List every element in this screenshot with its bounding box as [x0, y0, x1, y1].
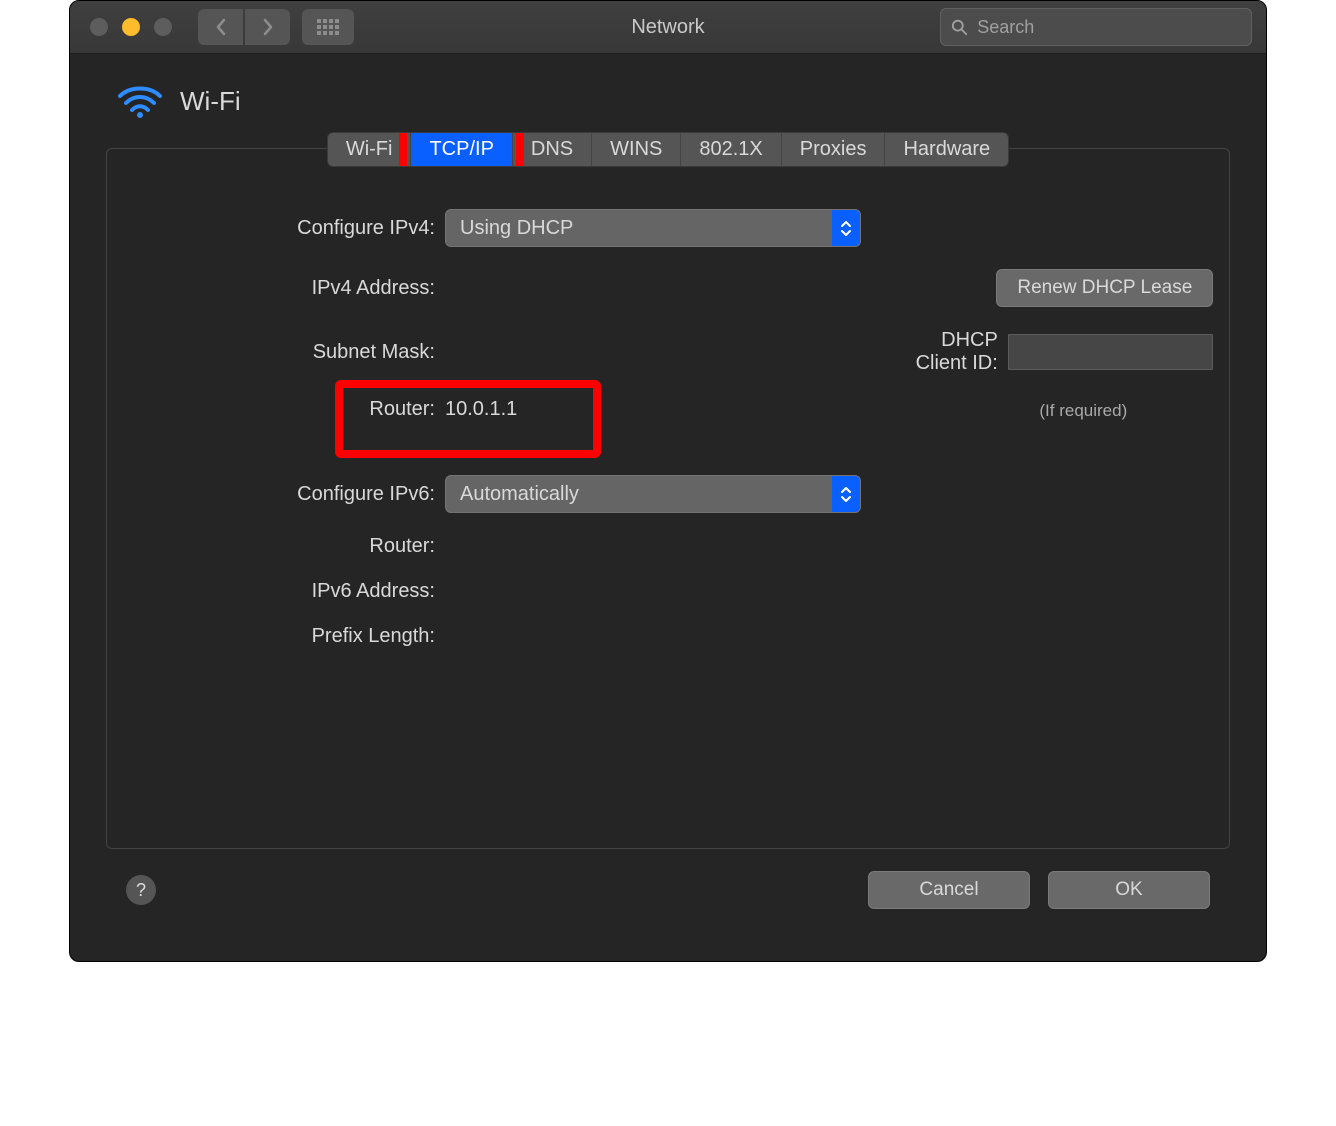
minimize-window-button[interactable]	[122, 18, 140, 36]
tab-hardware[interactable]: Hardware	[885, 133, 1008, 166]
configure-ipv6-label: Configure IPv6:	[125, 483, 435, 506]
tab-proxies[interactable]: Proxies	[782, 133, 886, 166]
titlebar: Network	[70, 1, 1266, 54]
chevron-up-down-icon	[832, 476, 860, 512]
help-button[interactable]: ?	[126, 875, 156, 905]
dhcp-client-id-label: DHCP Client ID:	[885, 329, 998, 375]
panel-header: Wi-Fi	[118, 84, 1230, 118]
chevron-right-icon	[262, 18, 274, 36]
tab-label: Proxies	[800, 138, 867, 161]
form: Configure IPv4: Using DHCP IPv4 Address:	[107, 209, 1229, 648]
dhcp-client-id-hint: (If required)	[953, 401, 1213, 421]
help-icon: ?	[136, 880, 146, 901]
search-field[interactable]	[940, 8, 1252, 46]
ok-button[interactable]: OK	[1048, 871, 1210, 909]
router-ipv4-value: 10.0.1.1	[445, 398, 875, 421]
tab-8021x[interactable]: 802.1X	[681, 133, 781, 166]
renew-dhcp-lease-button[interactable]: Renew DHCP Lease	[996, 269, 1213, 307]
ipv4-address-label: IPv4 Address:	[125, 277, 435, 300]
content: Wi-Fi Wi-Fi TCP/IP DNS WINS 802.1X Proxi…	[70, 54, 1266, 961]
button-label: Renew DHCP Lease	[1017, 277, 1192, 299]
tab-label: DNS	[531, 138, 573, 161]
window-controls	[70, 18, 172, 36]
button-label: OK	[1115, 879, 1142, 901]
tab-label: Wi-Fi	[346, 138, 393, 161]
footer: ? Cancel OK	[106, 849, 1230, 935]
nav-buttons	[198, 9, 290, 45]
chevron-up-down-icon	[832, 210, 860, 246]
tab-label: Hardware	[903, 138, 990, 161]
router-ipv6-label: Router:	[125, 535, 435, 558]
ipv6-address-label: IPv6 Address:	[125, 580, 435, 603]
button-label: Cancel	[919, 879, 978, 901]
configure-ipv4-select[interactable]: Using DHCP	[445, 209, 861, 247]
configure-ipv4-label: Configure IPv4:	[125, 217, 435, 240]
show-all-button[interactable]	[302, 9, 354, 45]
prefix-length-label: Prefix Length:	[125, 625, 435, 648]
wifi-icon	[118, 84, 162, 118]
dhcp-client-id-input[interactable]	[1008, 334, 1214, 370]
grid-icon	[317, 19, 339, 35]
subnet-mask-label: Subnet Mask:	[125, 341, 435, 364]
back-button[interactable]	[198, 9, 243, 45]
select-value: Automatically	[460, 483, 579, 506]
tcpip-panel: Configure IPv4: Using DHCP IPv4 Address:	[106, 148, 1230, 849]
panel-title: Wi-Fi	[180, 86, 241, 117]
tab-label: TCP/IP	[429, 138, 493, 161]
close-window-button[interactable]	[90, 18, 108, 36]
search-input[interactable]	[975, 16, 1241, 39]
router-value-text: 10.0.1.1	[445, 398, 517, 420]
forward-button[interactable]	[245, 9, 290, 45]
configure-ipv6-select[interactable]: Automatically	[445, 475, 861, 513]
chevron-left-icon	[215, 18, 227, 36]
tab-wins[interactable]: WINS	[592, 133, 681, 166]
tab-bar: Wi-Fi TCP/IP DNS WINS 802.1X Proxies Har…	[106, 132, 1230, 167]
search-icon	[951, 18, 967, 36]
maximize-window-button[interactable]	[154, 18, 172, 36]
network-preferences-window: Network Wi-Fi Wi-Fi TCP/IP	[69, 0, 1267, 962]
tab-dns[interactable]: DNS	[513, 133, 592, 166]
tab-tcpip[interactable]: TCP/IP	[411, 133, 512, 166]
tab-wifi[interactable]: Wi-Fi	[328, 133, 412, 166]
select-value: Using DHCP	[460, 217, 573, 240]
tab-label: WINS	[610, 138, 662, 161]
tabs: Wi-Fi TCP/IP DNS WINS 802.1X Proxies Har…	[327, 132, 1009, 167]
cancel-button[interactable]: Cancel	[868, 871, 1030, 909]
tab-label: 802.1X	[699, 138, 762, 161]
router-ipv4-label: Router:	[125, 398, 435, 421]
